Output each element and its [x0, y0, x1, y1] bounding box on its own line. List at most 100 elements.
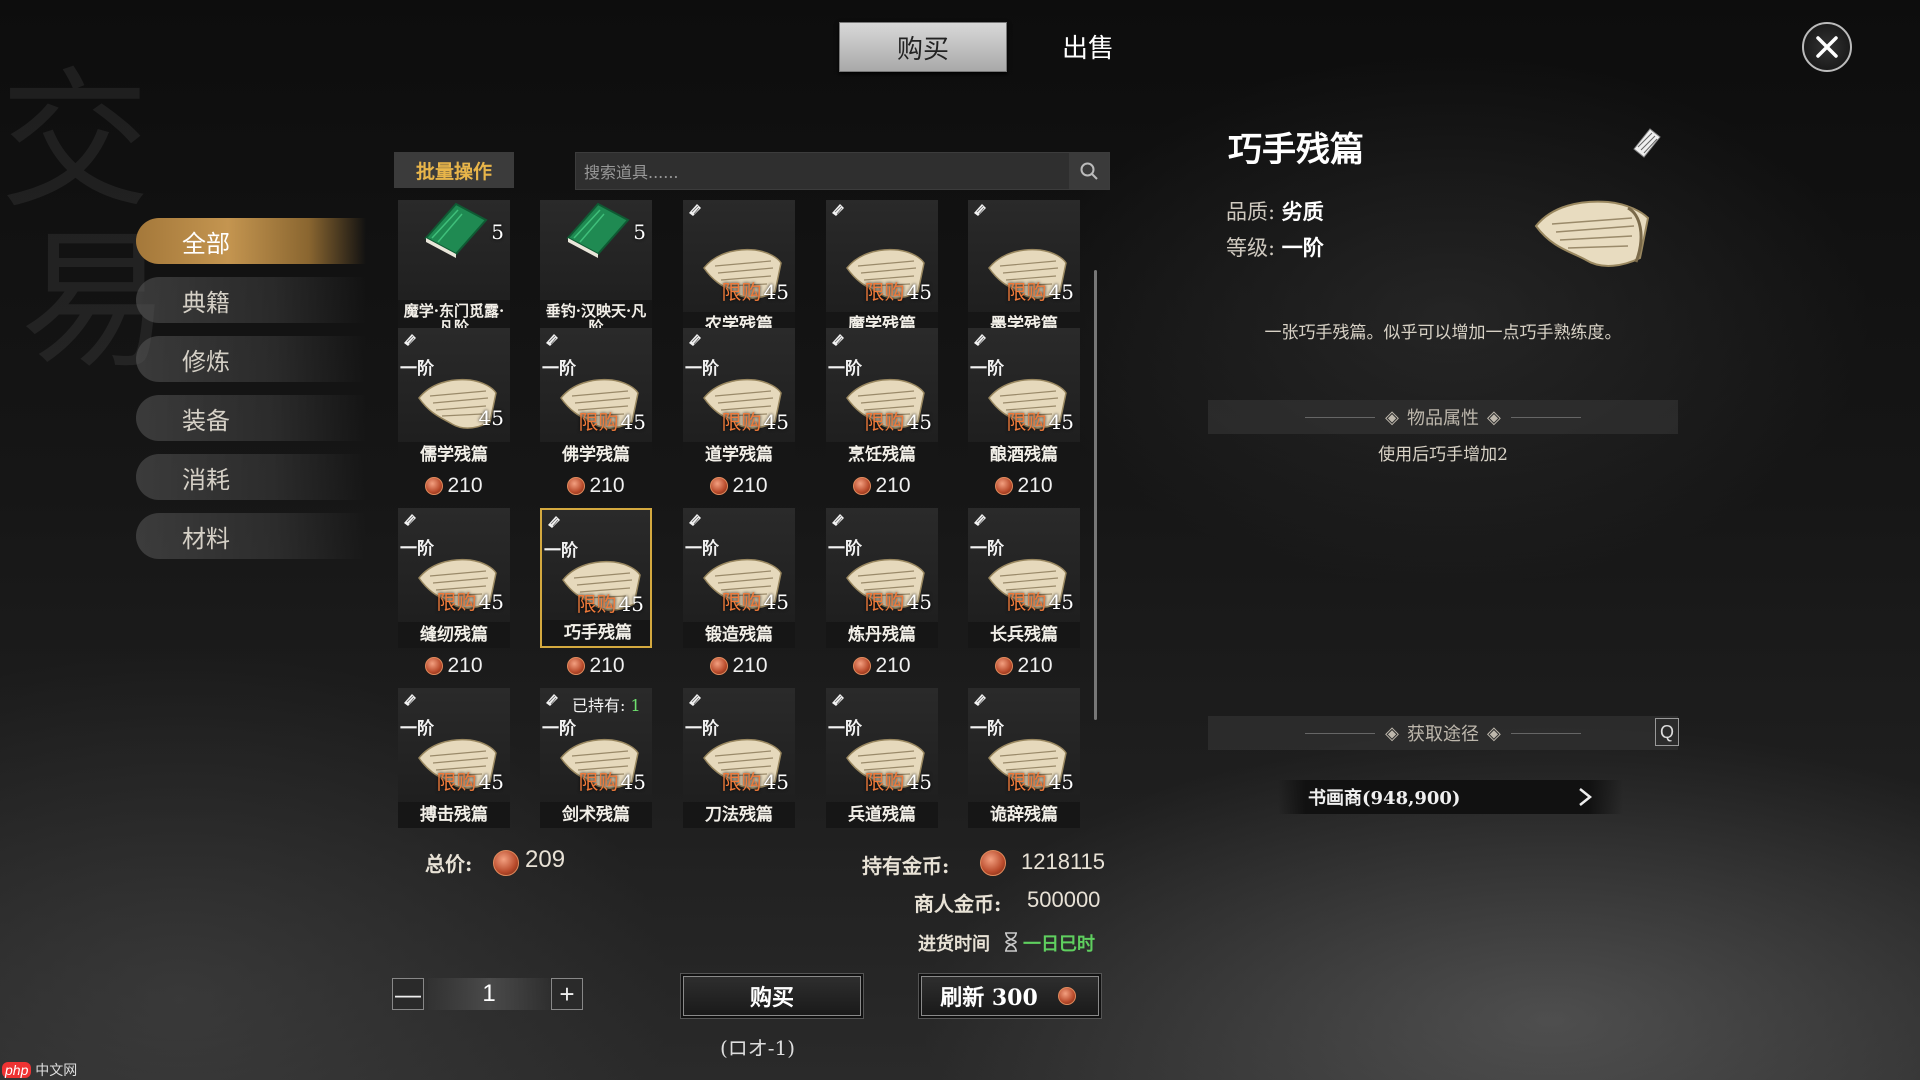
coin-icon	[567, 657, 586, 675]
refresh-label: 刷新 300	[940, 985, 1038, 1011]
merchant-gold-label: 商人金币:	[914, 892, 1002, 916]
item-name: 炼丹残篇	[826, 622, 938, 648]
refresh-button[interactable]: 刷新 300	[921, 976, 1099, 1016]
item-tile: 限购 45 魔学残篇	[826, 200, 938, 338]
shop-item[interactable]: 一阶 限购 45 炼丹残篇 210	[826, 508, 938, 688]
shortcut-hint: (ロオ-1)	[720, 1036, 796, 1060]
item-tile: 一阶 限购 45 道学残篇	[683, 328, 795, 468]
purchase-limit: 限购 45	[721, 770, 789, 794]
item-tile: 一阶 限购 45 缝纫残篇	[398, 508, 510, 648]
category-item[interactable]: 全部	[136, 218, 366, 264]
item-name: 儒学残篇	[398, 442, 510, 468]
category-item[interactable]: 修炼	[136, 336, 366, 382]
shop-item[interactable]: 一阶 限购 45 道学残篇 210	[683, 328, 795, 508]
coin-icon	[995, 657, 1014, 675]
tag-icon	[972, 332, 988, 348]
shop-item[interactable]: 一阶 限购 45 巧手残篇 210	[540, 508, 652, 688]
shop-item[interactable]: 一阶 限购 45 酿酒残篇 210	[968, 328, 1080, 508]
source-shortcut-key[interactable]: Q	[1655, 718, 1679, 746]
source-merchant-button[interactable]: 书画商(948,900)	[1278, 780, 1623, 814]
item-tile: 一阶 限购 45 巧手残篇	[540, 508, 652, 648]
shop-item[interactable]: 一阶 限购 45 刀法残篇	[683, 688, 795, 828]
item-tile: 一阶 限购 45 炼丹残篇	[826, 508, 938, 648]
purchase-limit: 限购 45	[1006, 590, 1074, 614]
watermark-logo: php 中文网	[2, 1060, 77, 1080]
shop-item[interactable]: 一阶 限购 45 搏击残篇	[398, 688, 510, 828]
buy-button[interactable]: 购买	[683, 976, 861, 1016]
category-item[interactable]: 装备	[136, 395, 366, 441]
acquisition-header: ◈ 获取途径 ◈	[1208, 716, 1678, 750]
tab-buy[interactable]: 购买	[839, 22, 1007, 72]
scrap-scroll-icon	[1534, 200, 1650, 267]
item-attributes-header: ◈ 物品属性 ◈	[1208, 400, 1678, 434]
quantity-field[interactable]: 1	[428, 978, 550, 1010]
tag-icon	[830, 512, 846, 528]
held-gold-label: 持有金币:	[862, 854, 950, 878]
item-tile: 限购 45 墨学残篇	[968, 200, 1080, 338]
tag-icon	[402, 692, 418, 708]
item-tile: 一阶 限购 45 搏击残篇	[398, 688, 510, 828]
item-tile: 一阶 45 儒学残篇	[398, 328, 510, 468]
item-name: 剑术残篇	[540, 802, 652, 828]
book-icon	[558, 200, 634, 262]
item-tile: 一阶 限购 45 佛学残篇	[540, 328, 652, 468]
item-tile: 一阶 限购 45 刀法残篇	[683, 688, 795, 828]
tag-icon	[830, 202, 846, 218]
item-price: 210	[540, 474, 652, 498]
item-tile: 一阶 限购 45 酿酒残篇	[968, 328, 1080, 468]
item-tile: 一阶 限购 45 长兵残篇	[968, 508, 1080, 648]
category-item[interactable]: 消耗	[136, 454, 366, 500]
purchase-limit: 限购 45	[1006, 770, 1074, 794]
search-box	[575, 152, 1110, 191]
purchase-limit: 限购 45	[436, 770, 504, 794]
tag-icon	[687, 692, 703, 708]
coin-icon	[567, 477, 586, 495]
tab-sell[interactable]: 出售	[1005, 22, 1171, 70]
purchase-limit: 45	[478, 406, 504, 430]
shop-item[interactable]: 一阶 限购 45 兵道残篇	[826, 688, 938, 828]
purchase-limit: 限购 45	[436, 590, 504, 614]
increase-quantity-button[interactable]: +	[551, 978, 583, 1010]
close-button[interactable]	[1802, 22, 1852, 72]
tag-icon	[972, 512, 988, 528]
shop-item[interactable]: 一阶 限购 45 长兵残篇 210	[968, 508, 1080, 688]
coin-icon	[710, 477, 729, 495]
item-count: 5	[491, 220, 504, 244]
tag-icon	[972, 202, 988, 218]
total-price-value: 209	[525, 846, 566, 873]
shop-item[interactable]: 一阶 限购 45 佛学残篇 210	[540, 328, 652, 508]
shop-item[interactable]: 一阶 限购 45 烹饪残篇 210	[826, 328, 938, 508]
shop-item[interactable]: 一阶 45 儒学残篇 210	[398, 328, 510, 508]
decrease-quantity-button[interactable]: —	[392, 978, 424, 1010]
tag-icon	[687, 332, 703, 348]
item-name: 道学残篇	[683, 442, 795, 468]
tag-icon	[544, 332, 560, 348]
search-input[interactable]	[582, 153, 1046, 191]
category-item[interactable]: 材料	[136, 513, 366, 559]
item-tile: 一阶 限购 45 兵道残篇	[826, 688, 938, 828]
item-tile: 5 垂钓·汉映天·凡阶	[540, 200, 652, 338]
item-tile: 一阶 限购 45 锻造残篇	[683, 508, 795, 648]
tag-icon	[687, 512, 703, 528]
grid-scrollbar[interactable]	[1094, 270, 1097, 720]
coin-icon	[493, 850, 519, 876]
purchase-limit: 限购 45	[864, 590, 932, 614]
purchase-limit: 限购 45	[864, 770, 932, 794]
shop-item[interactable]: 一阶 限购 45 诡辞残篇	[968, 688, 1080, 828]
search-button[interactable]	[1069, 153, 1109, 189]
item-name: 刀法残篇	[683, 802, 795, 828]
item-price: 210	[398, 474, 510, 498]
item-tag-icon	[1633, 128, 1661, 158]
item-tile: 限购 45 农学残篇	[683, 200, 795, 338]
owned-count: 已持有: 1	[572, 696, 641, 715]
shop-item[interactable]: 一阶 限购 45 缝纫残篇 210	[398, 508, 510, 688]
coin-icon	[710, 657, 729, 675]
item-name: 烹饪残篇	[826, 442, 938, 468]
tag-icon	[544, 692, 560, 708]
shop-item[interactable]: 已持有: 1 一阶 限购 45 剑术残篇	[540, 688, 652, 828]
category-item[interactable]: 典籍	[136, 277, 366, 323]
purchase-limit: 限购 45	[1006, 410, 1074, 434]
batch-operation-button[interactable]: 批量操作	[394, 152, 514, 188]
merchant-gold-value: 500000	[1027, 887, 1101, 912]
shop-item[interactable]: 一阶 限购 45 锻造残篇 210	[683, 508, 795, 688]
